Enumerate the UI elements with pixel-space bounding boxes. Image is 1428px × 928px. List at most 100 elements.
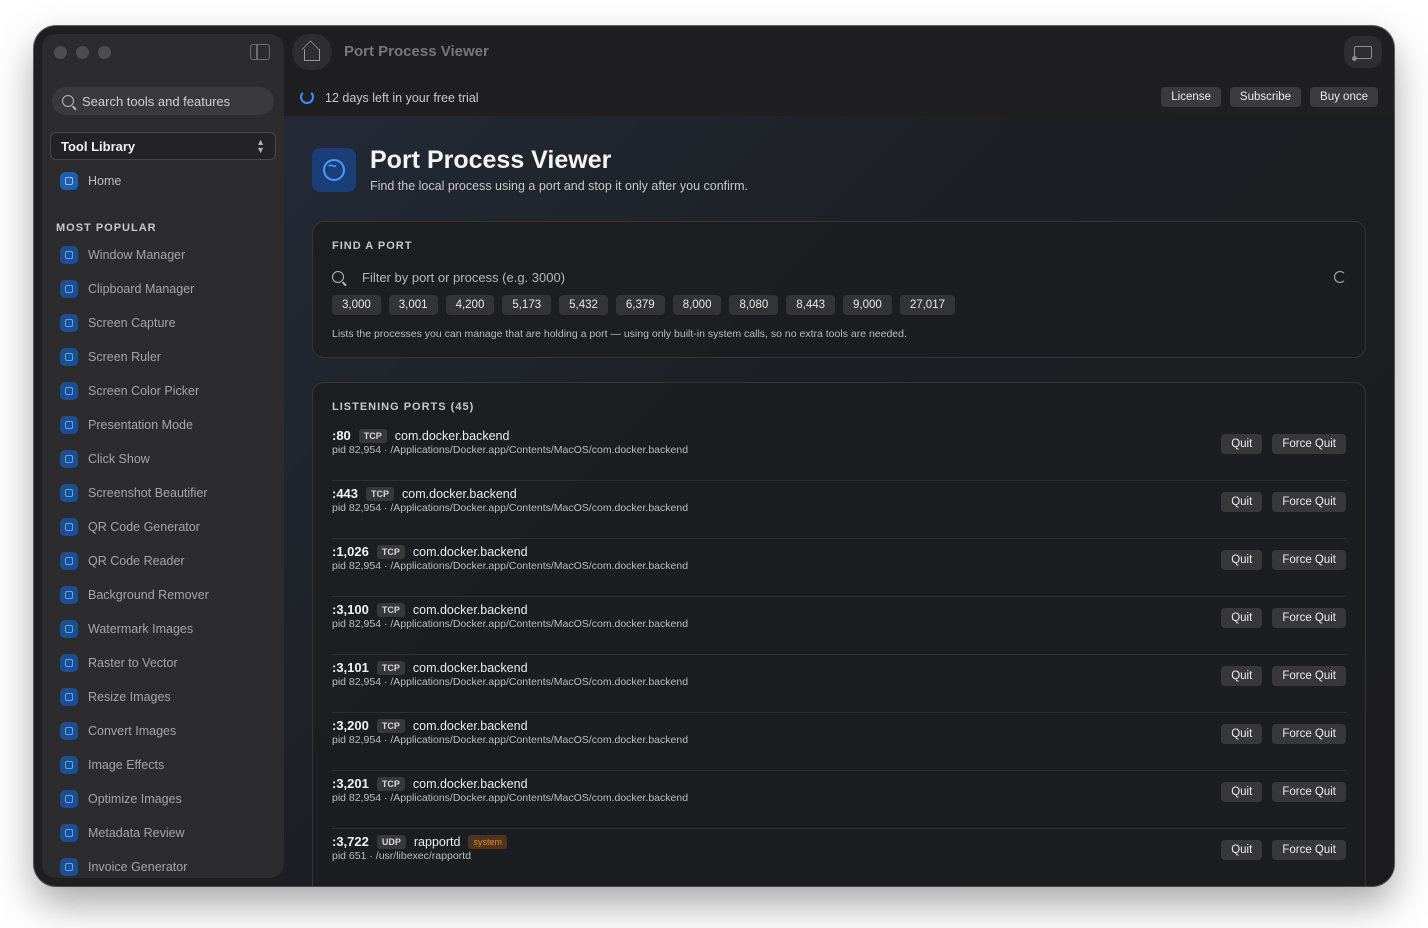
page-title: Port Process Viewer — [370, 146, 612, 174]
process-detail: pid 82,954 · /Applications/Docker.app/Co… — [332, 444, 689, 456]
sidebar-item[interactable]: Presentation Mode — [60, 408, 209, 442]
cast-button[interactable] — [1344, 36, 1382, 68]
force-quit-button[interactable]: Force Quit — [1272, 492, 1346, 512]
sidebar-item-label: Raster to Vector — [88, 656, 178, 670]
port-chip[interactable]: 6,379 — [615, 295, 665, 315]
tool-library-select[interactable]: Tool Library ▲ ▼ — [50, 132, 276, 160]
force-quit-button[interactable]: Force Quit — [1272, 434, 1346, 454]
sidebar-item[interactable]: Raster to Vector — [60, 646, 209, 680]
quit-button[interactable]: Quit — [1221, 434, 1263, 454]
row-actions: Quit Force Quit — [1221, 492, 1346, 512]
row-actions: Quit Force Quit — [1221, 724, 1346, 744]
process-detail: pid 82,954 · /Applications/Docker.app/Co… — [332, 676, 689, 688]
force-quit-button[interactable]: Force Quit — [1272, 724, 1346, 744]
close-window-button[interactable] — [54, 46, 67, 59]
port-chip[interactable]: 5,432 — [559, 295, 608, 315]
sidebar-toggle-icon[interactable] — [250, 44, 270, 60]
force-quit-button[interactable]: Force Quit — [1272, 840, 1346, 860]
subscribe-button[interactable]: Subscribe — [1229, 87, 1302, 107]
sidebar-item[interactable]: Clipboard Manager — [60, 272, 209, 306]
sidebar-item[interactable]: Screen Color Picker — [60, 374, 209, 408]
refresh-icon[interactable] — [1334, 271, 1346, 283]
sidebar-item[interactable]: Screen Ruler — [60, 340, 209, 374]
port-row-header: :80 TCP com.docker.backend — [332, 428, 509, 443]
port-row-header: :3,722 UDP rapportd system — [332, 834, 507, 849]
process-detail: pid 82,954 · /Applications/Docker.app/Co… — [332, 734, 689, 746]
sidebar-item-label: Home — [88, 174, 122, 188]
sidebar-item[interactable]: QR Code Reader — [60, 544, 209, 578]
port-row: :80 TCP com.docker.backend pid 82,954 · /Ap… — [332, 423, 1346, 481]
process-name: com.docker.backend — [412, 718, 528, 733]
port-row-header: :3,200 TCP com.docker.backend — [332, 718, 528, 733]
quit-button[interactable]: Quit — [1221, 608, 1263, 628]
sidebar-item[interactable]: Metadata Review — [60, 816, 209, 850]
port-chip[interactable]: 8,000 — [672, 295, 722, 315]
invoice-icon — [60, 858, 78, 876]
sidebar-item[interactable]: Resize Images — [60, 680, 209, 714]
port-chip[interactable]: 8,443 — [786, 295, 836, 315]
sidebar-item[interactable]: Window Manager — [60, 238, 209, 272]
sidebar-item-label: Window Manager — [88, 248, 186, 262]
row-actions: Quit Force Quit — [1221, 782, 1346, 802]
port-chip[interactable]: 4,200 — [445, 295, 495, 315]
convert-icon — [60, 722, 78, 740]
sidebar-item[interactable]: Convert Images — [60, 714, 209, 748]
sidebar-item-label: Screen Capture — [88, 316, 176, 330]
sidebar-item-label: Background Remover — [88, 588, 209, 602]
port-row-header: :1,026 TCP com.docker.backend — [332, 544, 528, 559]
sidebar-item[interactable]: Invoice Generator — [60, 850, 209, 878]
home-button[interactable] — [292, 34, 332, 70]
sidebar-search[interactable]: Search tools and features — [52, 87, 274, 115]
force-quit-button[interactable]: Force Quit — [1272, 782, 1346, 802]
sidebar-nav-list: Window Manager Clipboard Manager Screen Ca… — [60, 238, 209, 878]
protocol-badge: TCP — [366, 486, 395, 501]
sidebar-item-label: Optimize Images — [88, 792, 182, 806]
sidebar-item-home[interactable]: Home — [60, 172, 121, 190]
port-chip[interactable]: 8,080 — [729, 295, 779, 315]
cast-icon — [1352, 45, 1372, 61]
port-row-header: :3,101 TCP com.docker.backend — [332, 660, 528, 675]
zoom-window-button[interactable] — [98, 46, 111, 59]
sidebar-item-label: Convert Images — [88, 724, 177, 738]
port-chip[interactable]: 9,000 — [843, 295, 892, 315]
quit-button[interactable]: Quit — [1221, 724, 1263, 744]
port-chip[interactable]: 3,000 — [332, 295, 381, 315]
sidebar-item[interactable]: Background Remover — [60, 578, 209, 612]
port-row-header: :443 TCP com.docker.backend — [332, 486, 517, 501]
sidebar-item[interactable]: Screen Capture — [60, 306, 209, 340]
port-filter-input[interactable] — [362, 269, 1334, 285]
buy-once-button[interactable]: Buy once — [1310, 87, 1378, 107]
optimize-icon — [60, 790, 78, 808]
app-window: Search tools and features Tool Library ▲… — [34, 26, 1394, 886]
trial-actions: License Subscribe Buy once — [1161, 87, 1378, 107]
sidebar: Search tools and features Tool Library ▲… — [42, 34, 284, 878]
sidebar-item[interactable]: QR Code Generator — [60, 510, 209, 544]
port-row: :3,100 TCP com.docker.backend pid 82,954 · … — [332, 597, 1346, 655]
sidebar-item[interactable]: Image Effects — [60, 748, 209, 782]
find-port-card: FIND A PORT 3,000 3,001 4,200 5,173 5,432 6,3… — [312, 221, 1366, 358]
row-actions: Quit Force Quit — [1221, 666, 1346, 686]
sidebar-item[interactable]: Screenshot Beautifier — [60, 476, 209, 510]
force-quit-button[interactable]: Force Quit — [1272, 666, 1346, 686]
protocol-badge: TCP — [358, 428, 387, 443]
quit-button[interactable]: Quit — [1221, 550, 1263, 570]
force-quit-button[interactable]: Force Quit — [1272, 608, 1346, 628]
port-chip[interactable]: 27,017 — [899, 295, 955, 315]
quit-button[interactable]: Quit — [1221, 840, 1263, 860]
port-chip[interactable]: 5,173 — [502, 295, 552, 315]
sidebar-item[interactable]: Watermark Images — [60, 612, 209, 646]
quit-button[interactable]: Quit — [1221, 666, 1263, 686]
filter-row — [332, 267, 1346, 287]
sidebar-item[interactable]: Optimize Images — [60, 782, 209, 816]
minimize-window-button[interactable] — [76, 46, 89, 59]
license-button[interactable]: License — [1161, 87, 1221, 107]
force-quit-button[interactable]: Force Quit — [1272, 550, 1346, 570]
system-badge: system — [468, 834, 507, 849]
quit-button[interactable]: Quit — [1221, 782, 1263, 802]
click-icon — [60, 450, 78, 468]
port-row-header: :3,201 TCP com.docker.backend — [332, 776, 528, 791]
quit-button[interactable]: Quit — [1221, 492, 1263, 512]
sidebar-item[interactable]: Click Show — [60, 442, 209, 476]
port-chip[interactable]: 3,001 — [388, 295, 438, 315]
process-detail: pid 82,954 · /Applications/Docker.app/Co… — [332, 618, 689, 630]
